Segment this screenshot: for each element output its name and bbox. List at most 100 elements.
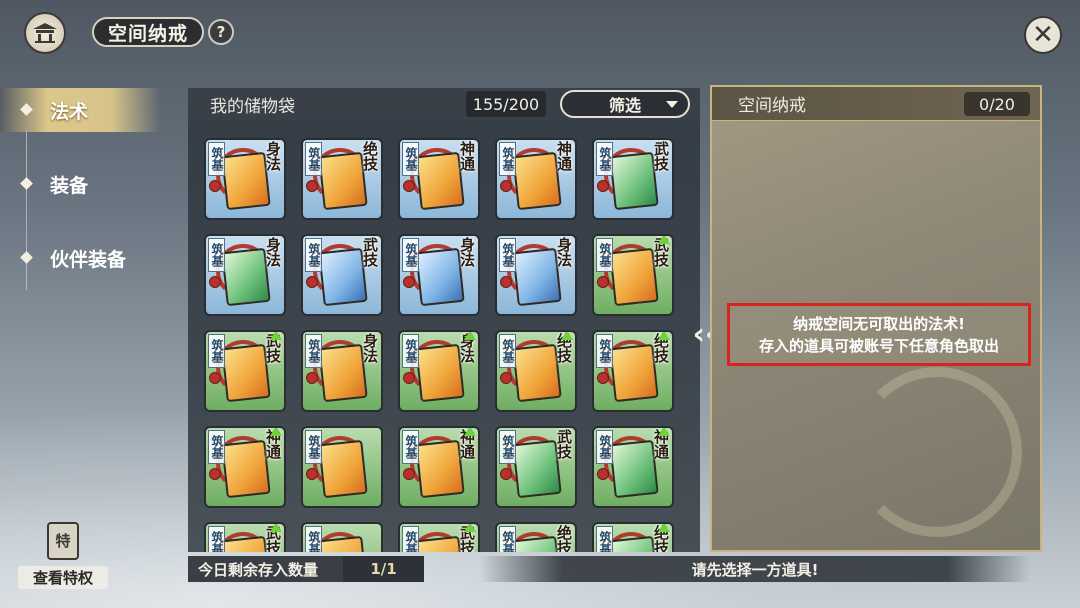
ring-capacity: 0/20 bbox=[964, 92, 1030, 116]
nav-item-label: 装备 bbox=[50, 174, 89, 197]
spell-type-label: 武技 bbox=[361, 237, 379, 267]
tier-badge: 筑基 bbox=[208, 334, 225, 368]
spell-item[interactable]: 筑基 身法 bbox=[495, 234, 577, 316]
spell-item[interactable]: 筑基 武技 bbox=[592, 138, 674, 220]
upgrade-arrow-icon bbox=[658, 428, 670, 436]
spell-item[interactable]: 筑基 bbox=[301, 426, 383, 508]
tier-badge: 筑基 bbox=[402, 430, 419, 464]
tier-badge: 筑基 bbox=[402, 238, 419, 272]
help-button[interactable]: ? bbox=[208, 19, 234, 45]
spell-item[interactable]: 筑基 神通 bbox=[495, 138, 577, 220]
spell-item[interactable]: 筑基 武技 bbox=[398, 522, 480, 552]
spell-item[interactable]: 筑基 武技 bbox=[204, 522, 286, 552]
spell-item[interactable]: 筑基 身法 bbox=[398, 234, 480, 316]
upgrade-arrow-icon bbox=[270, 332, 282, 340]
empty-notice: 纳戒空间无可取出的法术! 存入的道具可被账号下任意角色取出 bbox=[727, 303, 1031, 366]
spell-item[interactable]: 筑基 武技 bbox=[592, 234, 674, 316]
spell-item[interactable]: 筑基 神通 bbox=[398, 426, 480, 508]
spell-type-label: 身法 bbox=[555, 237, 573, 267]
spell-type-label: 身法 bbox=[264, 141, 282, 171]
tier-badge: 筑基 bbox=[208, 526, 225, 552]
storage-bag-panel: 我的储物袋 155/200 筛选 筑基 身法 筑基 绝技 筑基 神通 筑基 神通 筑基 武技 筑基身… bbox=[188, 88, 700, 552]
upgrade-arrow-icon bbox=[270, 428, 282, 436]
spell-item[interactable]: 筑基 身法 bbox=[204, 138, 286, 220]
upgrade-arrow-icon bbox=[464, 428, 476, 436]
spell-type-label: 神通 bbox=[458, 141, 476, 171]
pavilion-icon[interactable] bbox=[24, 12, 66, 54]
lock-icon bbox=[403, 372, 415, 384]
storage-capacity: 155/200 bbox=[466, 91, 546, 117]
storage-header: 我的储物袋 155/200 筛选 bbox=[188, 88, 700, 120]
spell-type-label: 武技 bbox=[555, 429, 573, 459]
tier-badge: 筑基 bbox=[499, 430, 516, 464]
spell-item[interactable]: 筑基 绝技 bbox=[301, 138, 383, 220]
lock-icon bbox=[209, 276, 221, 288]
lock-icon bbox=[403, 180, 415, 192]
tier-badge: 筑基 bbox=[499, 142, 516, 176]
spell-type-label: 神通 bbox=[555, 141, 573, 171]
tier-badge: 筑基 bbox=[305, 238, 322, 272]
tier-badge: 筑基 bbox=[208, 238, 225, 272]
spell-item[interactable]: 筑基 绝技 bbox=[495, 330, 577, 412]
notice-line: 存入的道具可被账号下任意角色取出 bbox=[758, 336, 999, 355]
tier-badge: 筑基 bbox=[305, 430, 322, 464]
diamond-icon bbox=[20, 177, 33, 190]
selection-hint: 请先选择一方道具! bbox=[480, 556, 1030, 582]
tier-badge: 筑基 bbox=[596, 142, 613, 176]
upgrade-arrow-icon bbox=[658, 524, 670, 532]
spell-item[interactable]: 筑基 绝技 bbox=[495, 522, 577, 552]
spell-item[interactable]: 筑基 身法 bbox=[204, 234, 286, 316]
upgrade-arrow-icon bbox=[658, 332, 670, 340]
spell-item[interactable]: 筑基 绝技 bbox=[592, 330, 674, 412]
spell-item[interactable]: 筑基 身法 bbox=[398, 330, 480, 412]
ring-header: 空间纳戒 0/20 bbox=[712, 87, 1040, 121]
daily-deposit-value: 1/1 bbox=[343, 556, 424, 582]
spell-item[interactable]: 筑基 武技 bbox=[301, 234, 383, 316]
upgrade-arrow-icon bbox=[464, 332, 476, 340]
privilege-label: 查看特权 bbox=[18, 566, 108, 589]
spell-item[interactable]: 筑基 bbox=[301, 522, 383, 552]
lock-icon bbox=[500, 180, 512, 192]
tier-badge: 筑基 bbox=[402, 334, 419, 368]
spell-item[interactable]: 筑基 神通 bbox=[204, 426, 286, 508]
view-privilege-button[interactable]: 特 查看特权 bbox=[18, 522, 108, 592]
spell-item[interactable]: 筑基 身法 bbox=[301, 330, 383, 412]
lock-icon bbox=[597, 180, 609, 192]
close-button[interactable]: ✕ bbox=[1024, 16, 1062, 54]
nav-item-spells[interactable]: 法术 bbox=[0, 88, 160, 132]
filter-dropdown[interactable]: 筛选 bbox=[560, 90, 690, 118]
side-nav: 法术 装备 伙伴装备 bbox=[0, 88, 160, 310]
spellbook-icon bbox=[318, 439, 368, 499]
nav-item-equipment[interactable]: 装备 bbox=[0, 162, 160, 206]
tier-badge: 筑基 bbox=[208, 142, 225, 176]
diamond-icon bbox=[20, 251, 33, 264]
spell-item[interactable]: 筑基 神通 bbox=[592, 426, 674, 508]
nav-item-label: 法术 bbox=[50, 100, 89, 123]
spell-type-label: 身法 bbox=[264, 237, 282, 267]
spell-item[interactable]: 筑基 神通 bbox=[398, 138, 480, 220]
daily-deposit-label: 今日剩余存入数量 bbox=[198, 560, 319, 579]
tier-badge: 筑基 bbox=[596, 430, 613, 464]
tier-badge: 筑基 bbox=[499, 526, 516, 552]
lock-icon bbox=[597, 276, 609, 288]
nav-item-partner-equipment[interactable]: 伙伴装备 bbox=[0, 236, 160, 280]
lock-icon bbox=[306, 180, 318, 192]
lock-icon bbox=[500, 276, 512, 288]
spell-type-label: 绝技 bbox=[555, 525, 573, 552]
page-title: 空间纳戒 bbox=[92, 17, 205, 47]
tier-badge: 筑基 bbox=[596, 238, 613, 272]
spell-type-label: 武技 bbox=[652, 141, 670, 171]
spell-item[interactable]: 筑基 武技 bbox=[495, 426, 577, 508]
lock-icon bbox=[403, 276, 415, 288]
tier-badge: 筑基 bbox=[596, 526, 613, 552]
upgrade-arrow-icon bbox=[658, 236, 670, 244]
lock-icon bbox=[209, 372, 221, 384]
tier-badge: 筑基 bbox=[208, 430, 225, 464]
scroll-icon: 特 bbox=[47, 522, 79, 560]
lock-icon bbox=[209, 468, 221, 480]
storage-title: 我的储物袋 bbox=[210, 96, 295, 117]
spell-item[interactable]: 筑基 武技 bbox=[204, 330, 286, 412]
spell-item[interactable]: 筑基 绝技 bbox=[592, 522, 674, 552]
filter-label: 筛选 bbox=[608, 96, 641, 115]
tier-badge: 筑基 bbox=[305, 526, 322, 552]
